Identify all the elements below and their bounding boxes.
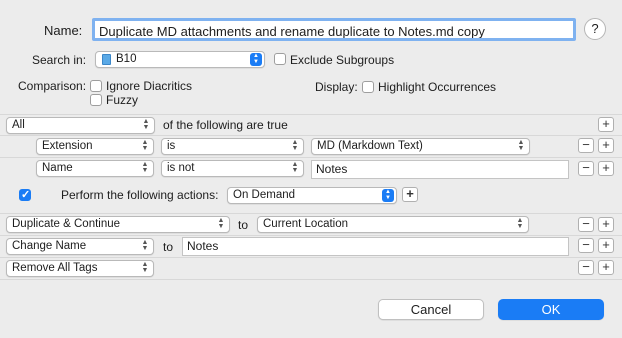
add-condition-button[interactable]: + xyxy=(598,117,614,132)
ignore-diacritics-label: Ignore Diacritics xyxy=(106,79,193,93)
add-condition-button[interactable]: + xyxy=(598,138,614,153)
chevron-updown-icon: ▲ ▼ xyxy=(217,217,225,230)
cancel-button[interactable]: Cancel xyxy=(378,299,484,320)
perform-mode-popup[interactable]: On Demand ▲ ▼ xyxy=(227,187,397,204)
ok-button[interactable]: OK xyxy=(498,299,604,320)
action-popup[interactable]: Remove All Tags ▲ ▼ xyxy=(6,260,154,277)
chevron-updown-icon: ▲ ▼ xyxy=(141,239,149,252)
match-suffix-label: of the following are true xyxy=(163,118,288,132)
condition-value-input[interactable]: Notes xyxy=(311,160,569,179)
action-target-value: Current Location xyxy=(263,218,349,230)
condition-value-popup[interactable]: MD (Markdown Text) ▲ ▼ xyxy=(311,138,530,155)
add-action-button[interactable]: + xyxy=(598,260,614,275)
chevron-updown-icon: ▲ ▼ xyxy=(382,189,394,202)
add-action-button[interactable]: + xyxy=(598,238,614,253)
condition-field-value: Name xyxy=(42,162,73,174)
divider xyxy=(0,257,622,258)
search-in-value: B10 xyxy=(116,53,137,65)
comparison-label: Comparison: xyxy=(18,79,87,93)
display-label: Display: xyxy=(315,80,358,94)
chevron-updown-icon: ▲ ▼ xyxy=(141,139,149,152)
condition-value-value: MD (Markdown Text) xyxy=(317,140,423,152)
divider xyxy=(0,213,622,214)
divider xyxy=(0,135,622,136)
action-popup[interactable]: Duplicate & Continue ▲ ▼ xyxy=(6,216,230,233)
add-action-button[interactable]: + xyxy=(598,217,614,232)
condition-operator-popup[interactable]: is not ▲ ▼ xyxy=(161,160,304,177)
chevron-updown-icon: ▲ ▼ xyxy=(141,161,149,174)
action-value: Change Name xyxy=(12,240,87,252)
condition-field-popup[interactable]: Extension ▲ ▼ xyxy=(36,138,154,155)
action-target-input[interactable]: Notes xyxy=(182,237,569,256)
exclude-subgroups-checkbox[interactable] xyxy=(274,53,286,65)
highlight-occurrences-label: Highlight Occurrences xyxy=(378,80,497,94)
ignore-diacritics-checkbox[interactable] xyxy=(90,80,102,92)
fuzzy-label: Fuzzy xyxy=(106,93,139,107)
highlight-occurrences-checkbox[interactable] xyxy=(362,81,374,93)
chevron-updown-icon: ▲ ▼ xyxy=(142,118,150,131)
action-connector-label: to xyxy=(163,240,174,254)
remove-action-button[interactable]: − xyxy=(578,217,594,232)
exclude-subgroups-label: Exclude Subgroups xyxy=(290,53,395,67)
database-icon xyxy=(102,54,111,65)
search-in-label: Search in: xyxy=(32,53,87,67)
search-in-popup[interactable]: B10 ▲ ▼ xyxy=(95,51,265,68)
chevron-updown-icon: ▲ ▼ xyxy=(250,53,262,66)
chevron-updown-icon: ▲ ▼ xyxy=(291,139,299,152)
match-mode-value: All xyxy=(12,119,25,131)
perform-actions-checkbox[interactable] xyxy=(19,188,31,201)
divider xyxy=(0,235,622,236)
divider xyxy=(0,279,622,280)
remove-condition-button[interactable]: − xyxy=(578,138,594,153)
perform-mode-value: On Demand xyxy=(233,189,296,201)
condition-field-popup[interactable]: Name ▲ ▼ xyxy=(36,160,154,177)
action-target-popup[interactable]: Current Location ▲ ▼ xyxy=(257,216,529,233)
perform-actions-label: Perform the following actions: xyxy=(61,188,219,202)
remove-action-button[interactable]: − xyxy=(578,260,594,275)
condition-field-value: Extension xyxy=(42,140,93,152)
chevron-updown-icon: ▲ ▼ xyxy=(141,261,149,274)
divider xyxy=(0,157,622,158)
action-value: Duplicate & Continue xyxy=(12,218,121,230)
divider xyxy=(0,114,622,115)
action-value: Remove All Tags xyxy=(12,262,98,274)
action-connector-label: to xyxy=(238,218,249,232)
remove-condition-button[interactable]: − xyxy=(578,161,594,176)
name-input[interactable]: Duplicate MD attachments and rename dupl… xyxy=(92,18,576,41)
remove-action-button[interactable]: − xyxy=(578,238,594,253)
chevron-updown-icon: ▲ ▼ xyxy=(516,217,524,230)
action-popup[interactable]: Change Name ▲ ▼ xyxy=(6,238,154,255)
add-action-button[interactable]: + xyxy=(402,187,418,202)
help-button[interactable]: ? xyxy=(584,18,606,40)
match-mode-popup[interactable]: All ▲ ▼ xyxy=(6,117,155,134)
add-condition-button[interactable]: + xyxy=(598,161,614,176)
condition-operator-value: is not xyxy=(167,162,195,174)
name-label: Name: xyxy=(44,23,83,38)
condition-operator-popup[interactable]: is ▲ ▼ xyxy=(161,138,304,155)
fuzzy-checkbox[interactable] xyxy=(90,94,102,106)
chevron-updown-icon: ▲ ▼ xyxy=(517,139,525,152)
chevron-updown-icon: ▲ ▼ xyxy=(291,161,299,174)
condition-operator-value: is xyxy=(167,140,176,152)
